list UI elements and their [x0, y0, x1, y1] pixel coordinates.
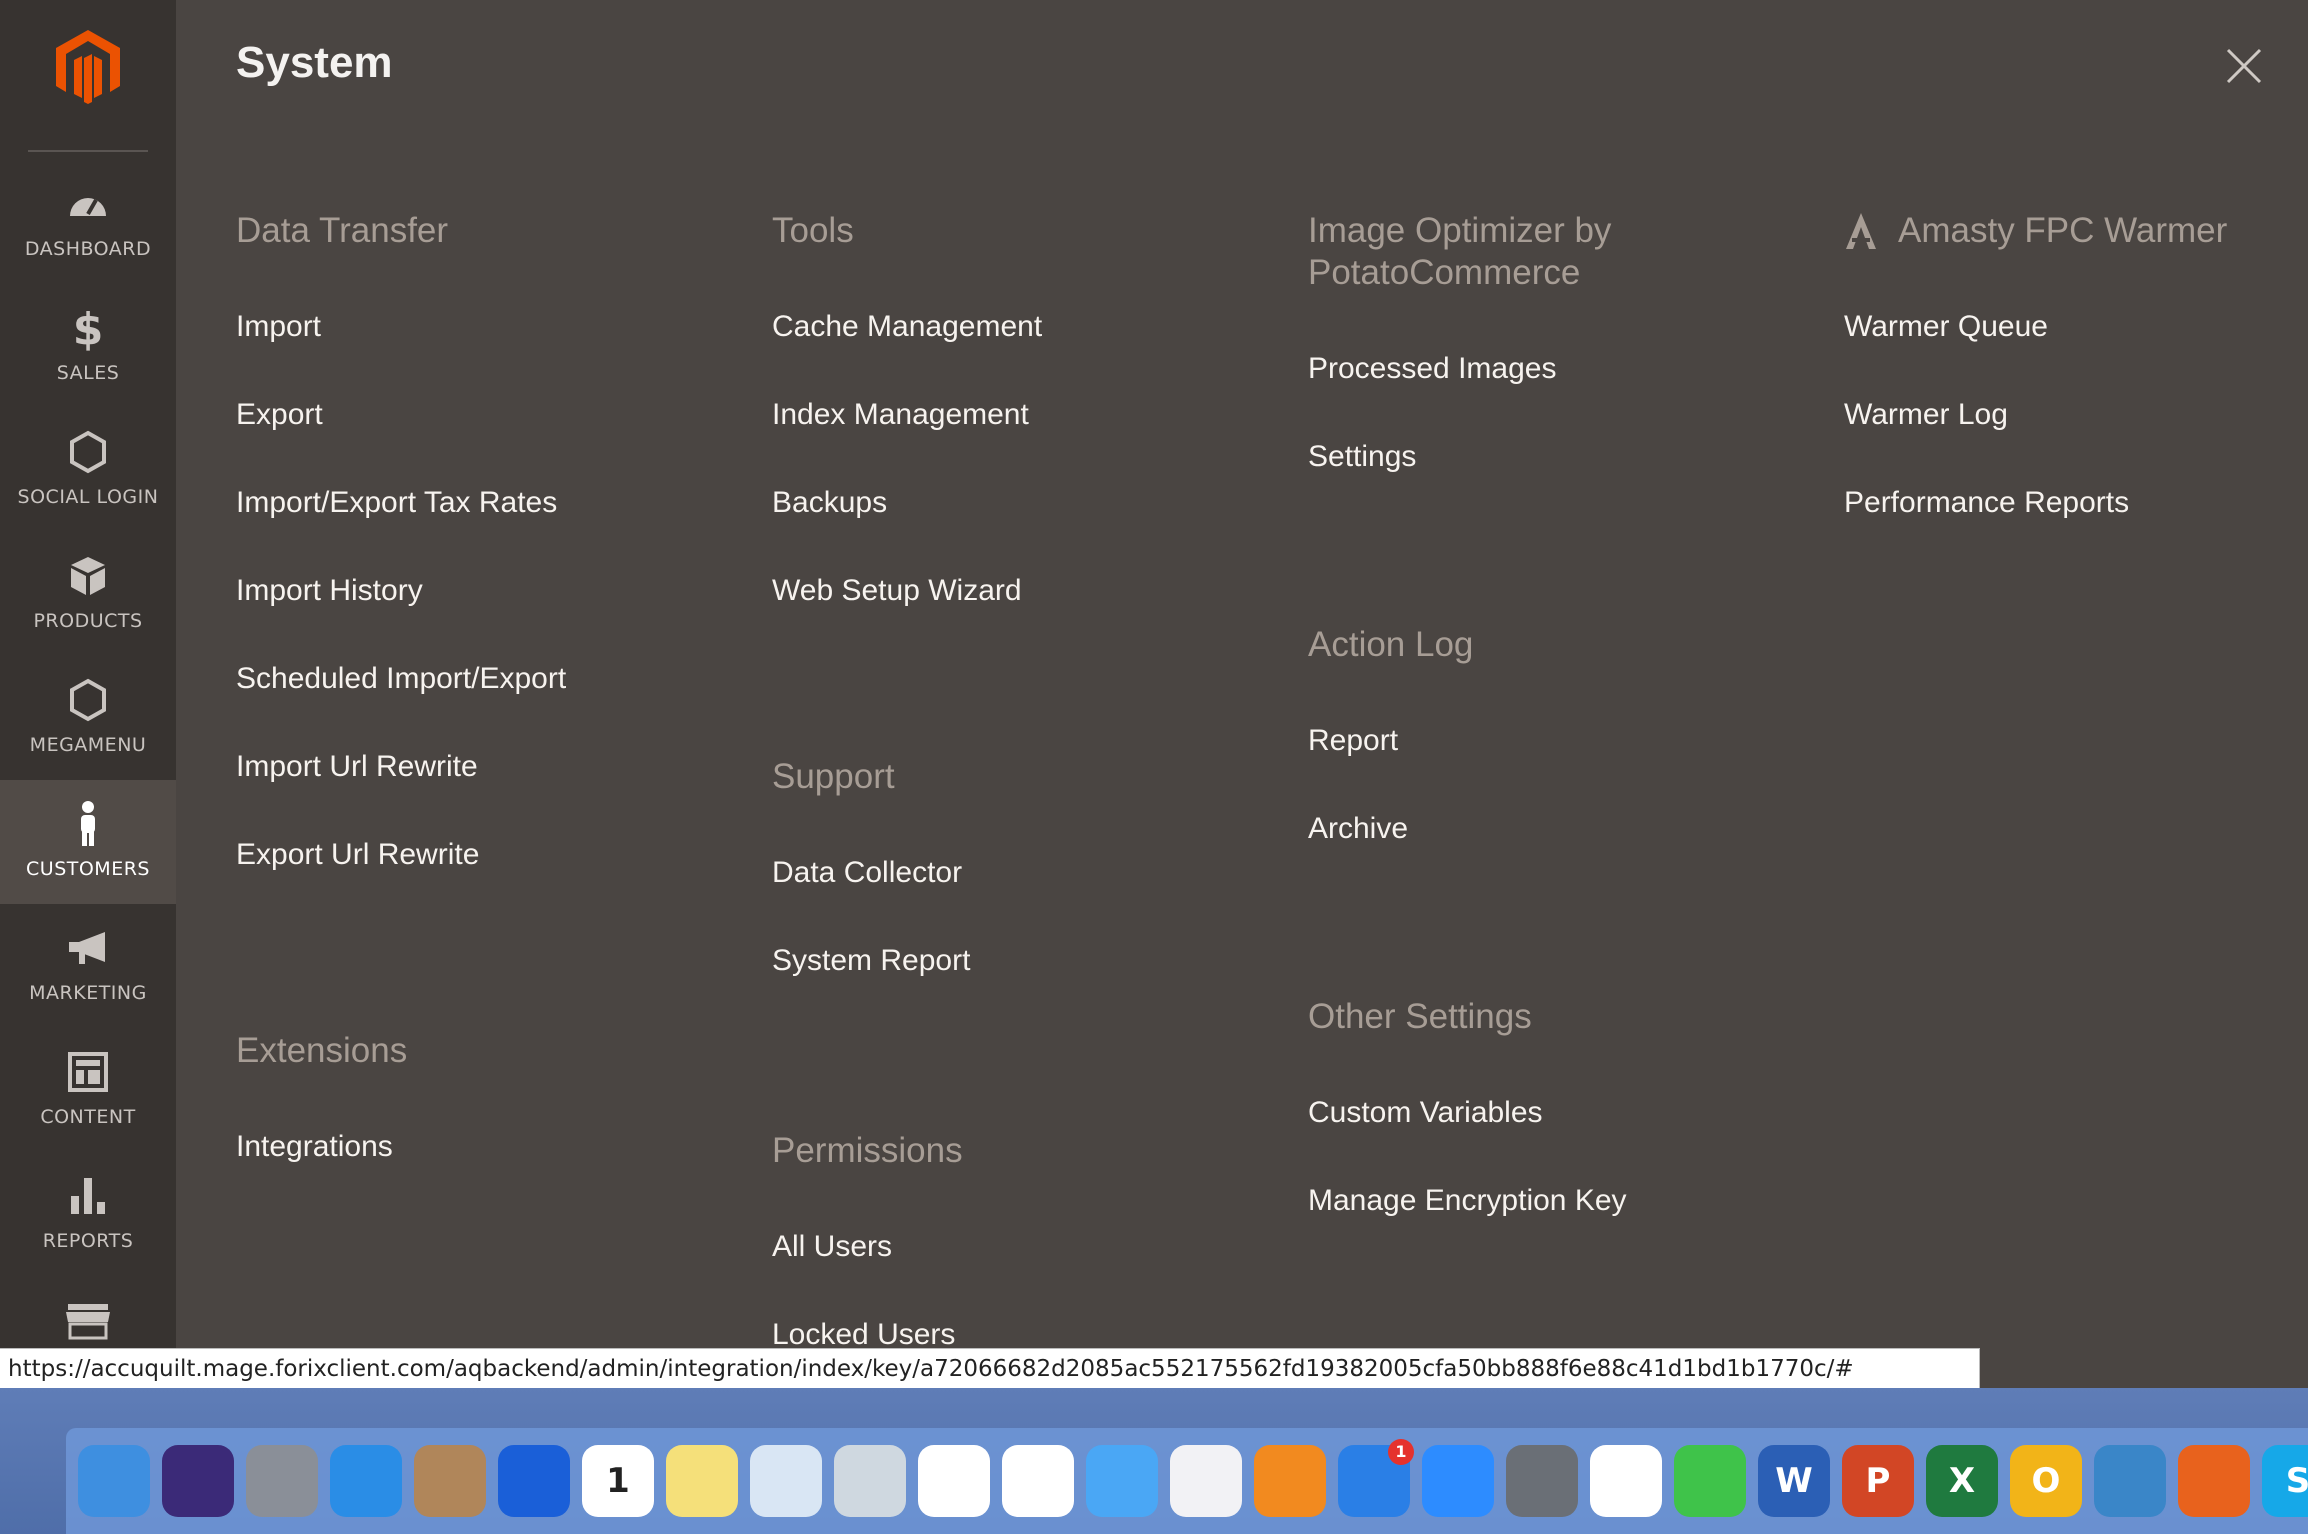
skype-icon[interactable]: S	[2262, 1445, 2308, 1517]
menu-link-scheduled-import-export[interactable]: Scheduled Import/Export	[236, 662, 566, 696]
mail-icon[interactable]	[834, 1445, 906, 1517]
menu-link-settings[interactable]: Settings	[1308, 440, 1416, 474]
menu-group-action-log: Action Log Report Archive	[1308, 624, 1828, 845]
dock-icon-glyph: S	[2285, 1461, 2308, 1501]
menu-link-import-export-tax-rates[interactable]: Import/Export Tax Rates	[236, 486, 557, 520]
menu-link-integrations[interactable]: Integrations	[236, 1130, 393, 1164]
system-preferences-icon[interactable]	[1506, 1445, 1578, 1517]
menu-column: Image Optimizer by PotatoCommerce Process…	[1308, 210, 1828, 1340]
zoom-icon[interactable]	[1422, 1445, 1494, 1517]
dock-icon-glyph: W	[1775, 1461, 1813, 1501]
menu-column: Tools Cache Management Index Management Bac…	[772, 210, 1292, 1348]
dock-icon-glyph: O	[2031, 1461, 2061, 1501]
downloads-icon[interactable]	[2094, 1445, 2166, 1517]
menu-link-import-history[interactable]: Import History	[236, 574, 423, 608]
preview-icon[interactable]	[750, 1445, 822, 1517]
menu-group-support: Support Data Collector System Report	[772, 756, 1292, 977]
amasty-logo-icon	[1844, 211, 1878, 251]
macos-dock: 1 1 W P X O S	[66, 1428, 2308, 1534]
menu-group-title: Data Transfer	[236, 210, 756, 252]
app-store-icon[interactable]: 1	[1338, 1439, 1414, 1517]
menu-group-amasty-fpc-warmer: Amasty FPC Warmer Warmer Queue Warmer Log P…	[1844, 210, 2308, 519]
menu-group-extensions: Extensions Integrations	[236, 1030, 756, 1163]
firefox-icon[interactable]	[2178, 1445, 2250, 1517]
menu-link-import-url-rewrite[interactable]: Import Url Rewrite	[236, 750, 478, 784]
menu-link-report[interactable]: Report	[1308, 724, 1398, 758]
menu-link-custom-variables[interactable]: Custom Variables	[1308, 1096, 1543, 1130]
finder-icon[interactable]	[78, 1445, 150, 1517]
menu-group-permissions: Permissions All Users Locked Users	[772, 1130, 1292, 1348]
menu-group-image-optimizer-by-potatocommerce: Image Optimizer by PotatoCommerce Process…	[1308, 210, 1828, 473]
dropbox-icon[interactable]	[498, 1445, 570, 1517]
menu-group-title-text: Tools	[772, 211, 854, 250]
menu-link-backups[interactable]: Backups	[772, 486, 887, 520]
calendar-icon[interactable]: 1	[582, 1445, 654, 1517]
menu-link-archive[interactable]: Archive	[1308, 812, 1408, 846]
status-bar-url: https://accuquilt.mage.forixclient.com/a…	[0, 1348, 1980, 1388]
menu-link-performance-reports[interactable]: Performance Reports	[1844, 486, 2129, 520]
menu-group-title-text: Support	[772, 757, 895, 796]
safari-icon[interactable]	[330, 1445, 402, 1517]
menu-link-cache-management[interactable]: Cache Management	[772, 310, 1042, 344]
menu-link-manage-encryption-key[interactable]: Manage Encryption Key	[1308, 1184, 1627, 1218]
menu-link-export[interactable]: Export	[236, 398, 323, 432]
menu-column: Data Transfer Import Export Import/Export T…	[236, 210, 756, 1340]
menu-link-data-collector[interactable]: Data Collector	[772, 856, 962, 890]
itunes-icon[interactable]	[1170, 1445, 1242, 1517]
menu-group-title: Extensions	[236, 1030, 756, 1072]
menu-group-title-text: Other Settings	[1308, 997, 1532, 1036]
menu-group-title: Permissions	[772, 1130, 1292, 1172]
contacts-icon[interactable]	[414, 1445, 486, 1517]
messages-icon[interactable]	[1086, 1445, 1158, 1517]
powerpoint-icon[interactable]: P	[1842, 1445, 1914, 1517]
excel-icon[interactable]: X	[1926, 1445, 1998, 1517]
menu-group-title-text: Permissions	[772, 1131, 963, 1170]
menu-link-all-users[interactable]: All Users	[772, 1230, 892, 1264]
menu-link-web-setup-wizard[interactable]: Web Setup Wizard	[772, 574, 1022, 608]
menu-link-warmer-log[interactable]: Warmer Log	[1844, 398, 2008, 432]
ibooks-icon[interactable]	[1254, 1445, 1326, 1517]
menu-group-title: Amasty FPC Warmer	[1844, 210, 2308, 252]
menu-group-title-text: Action Log	[1308, 625, 1474, 664]
outlook-icon[interactable]: O	[2010, 1445, 2082, 1517]
dock-icon-glyph: 1	[606, 1461, 630, 1501]
siri-icon[interactable]	[162, 1445, 234, 1517]
word-icon[interactable]: W	[1758, 1445, 1830, 1517]
menu-link-locked-users[interactable]: Locked Users	[772, 1318, 955, 1348]
menu-group-title-text: Extensions	[236, 1031, 408, 1070]
facetime-icon[interactable]	[1674, 1445, 1746, 1517]
menu-link-system-report[interactable]: System Report	[772, 944, 970, 978]
dock-icon-glyph: P	[1865, 1461, 1891, 1501]
menu-group-title: Tools	[772, 210, 1292, 252]
menu-link-export-url-rewrite[interactable]: Export Url Rewrite	[236, 838, 479, 872]
menu-link-import[interactable]: Import	[236, 310, 321, 344]
menu-group-title-text: Image Optimizer by PotatoCommerce	[1308, 211, 1612, 292]
menu-link-processed-images[interactable]: Processed Images	[1308, 352, 1556, 386]
menu-column: Amasty FPC Warmer Warmer Queue Warmer Log P…	[1844, 210, 2308, 1340]
menu-group-title: Action Log	[1308, 624, 1828, 666]
menu-group-title-text: Data Transfer	[236, 211, 449, 250]
menu-group-title-text: Amasty FPC Warmer	[1898, 211, 2228, 250]
reminders-icon[interactable]	[918, 1445, 990, 1517]
menu-group-data-transfer: Data Transfer Import Export Import/Export T…	[236, 210, 756, 871]
notification-badge: 1	[1388, 1439, 1414, 1465]
menu-group-title: Image Optimizer by PotatoCommerce	[1308, 210, 1828, 294]
chrome-icon[interactable]	[1590, 1445, 1662, 1517]
menu-group-title: Support	[772, 756, 1292, 798]
launchpad-icon[interactable]	[246, 1445, 318, 1517]
menu-link-warmer-queue[interactable]: Warmer Queue	[1844, 310, 2048, 344]
menu-group-tools: Tools Cache Management Index Management Bac…	[772, 210, 1292, 607]
photos-icon[interactable]	[1002, 1445, 1074, 1517]
system-menu-columns: Data Transfer Import Export Import/Export T…	[0, 0, 2308, 1348]
notes-icon[interactable]	[666, 1445, 738, 1517]
dock-icon-glyph: X	[1948, 1461, 1976, 1501]
menu-link-index-management[interactable]: Index Management	[772, 398, 1029, 432]
menu-group-other-settings: Other Settings Custom Variables Manage Enc…	[1308, 996, 1828, 1217]
menu-group-title: Other Settings	[1308, 996, 1828, 1038]
